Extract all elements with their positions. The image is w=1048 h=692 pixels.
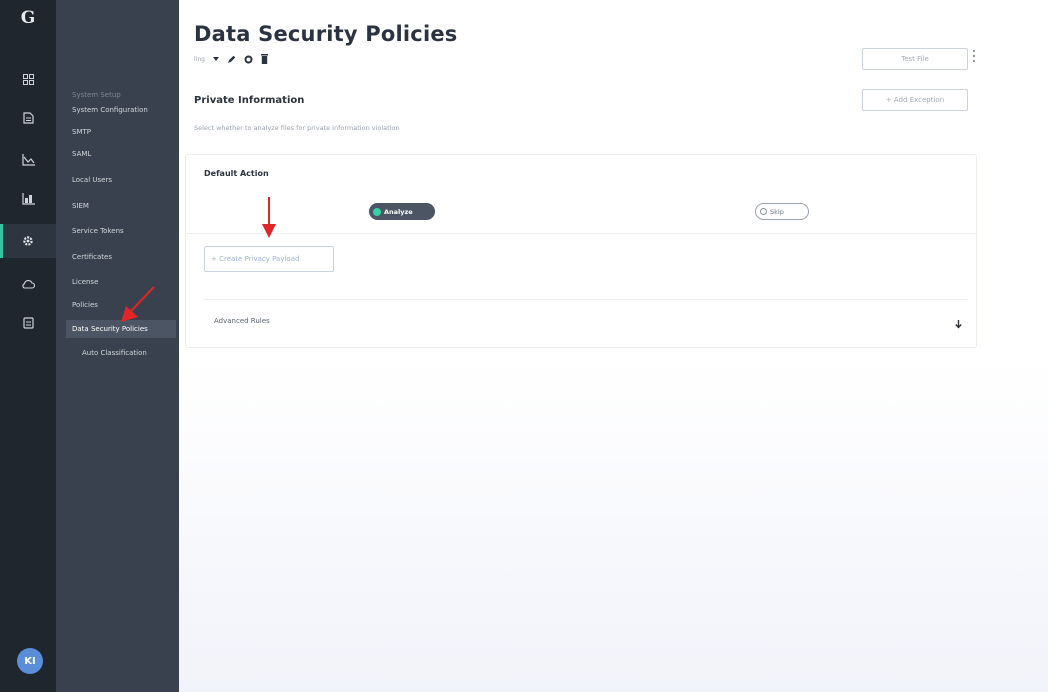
policy-toolbar: ling <box>194 54 268 64</box>
skip-toggle[interactable]: Skip <box>755 203 809 220</box>
cloud-icon[interactable] <box>0 271 56 297</box>
chart-icon[interactable] <box>0 147 56 173</box>
analytics-icon[interactable] <box>0 186 56 212</box>
nav-section-label: System Setup <box>72 91 121 99</box>
trash-icon[interactable] <box>260 54 268 64</box>
nav-item-local-users[interactable]: Local Users <box>72 176 112 184</box>
settings-nav: System Setup System Configuration SMTP S… <box>56 0 179 692</box>
nav-item-data-security-policies[interactable]: Data Security Policies <box>66 320 176 338</box>
logo-text: G <box>20 8 36 28</box>
card-divider <box>186 233 976 234</box>
settings-icon[interactable] <box>0 224 56 258</box>
user-avatar[interactable]: KI <box>17 648 43 674</box>
nav-item-saml[interactable]: SAML <box>72 150 91 158</box>
policy-dropdown-icon[interactable] <box>212 57 219 61</box>
report-icon[interactable] <box>0 310 56 336</box>
test-file-button[interactable]: Test File <box>862 48 968 70</box>
edit-pencil-icon[interactable] <box>227 55 236 64</box>
advanced-rules-label: Advanced Rules <box>214 317 270 325</box>
analyze-label: Analyze <box>384 207 413 216</box>
toggle-on-dot-icon <box>373 207 381 216</box>
skip-label: Skip <box>770 207 784 216</box>
page-title: Data Security Policies <box>194 22 458 46</box>
main-content: Data Security Policies ling Test File Pr… <box>179 0 1048 692</box>
nav-item-license[interactable]: License <box>72 278 98 286</box>
nav-item-smtp[interactable]: SMTP <box>72 128 91 136</box>
app-logo[interactable]: G <box>0 2 56 34</box>
nav-item-auto-classification[interactable]: Auto Classification <box>82 349 147 357</box>
analyze-toggle[interactable]: Analyze <box>369 203 435 220</box>
nav-item-certificates[interactable]: Certificates <box>72 253 112 261</box>
nav-item-system-configuration[interactable]: System Configuration <box>72 106 148 114</box>
policy-name: ling <box>194 55 205 63</box>
dashboard-icon[interactable] <box>0 66 56 92</box>
create-privacy-payload-button[interactable]: + Create Privacy Payload <box>204 246 334 272</box>
nav-item-siem[interactable]: SIEM <box>72 202 89 210</box>
more-options-icon[interactable] <box>971 50 977 62</box>
expand-arrow-icon[interactable] <box>955 314 962 333</box>
add-exception-button[interactable]: + Add Exception <box>862 89 968 111</box>
nav-item-service-tokens[interactable]: Service Tokens <box>72 227 124 235</box>
document-icon[interactable] <box>0 105 56 131</box>
section-description: Select whether to analyze files for priv… <box>194 124 400 132</box>
gear-icon[interactable] <box>244 55 253 64</box>
toggle-off-ring-icon <box>760 208 767 215</box>
card-title: Default Action <box>204 169 269 178</box>
section-title: Private Information <box>194 95 305 106</box>
icon-rail: G KI <box>0 0 56 692</box>
advanced-rules-row[interactable]: Advanced Rules <box>204 299 968 339</box>
nav-item-policies[interactable]: Policies <box>72 301 98 309</box>
default-action-card: Default Action Analyze Skip + Create Pri… <box>185 154 977 348</box>
